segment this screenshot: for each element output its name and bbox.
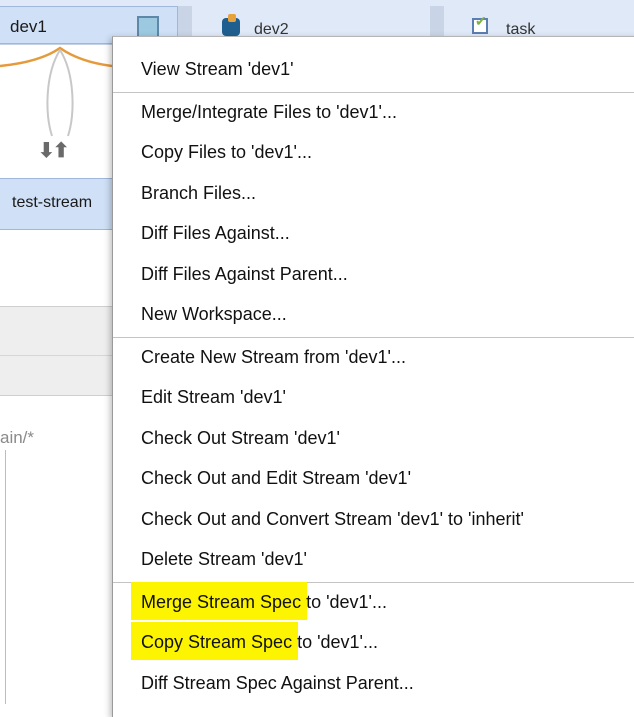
menu-separator [113,91,634,93]
stream-connector-lines [0,46,112,137]
menu-item[interactable]: Check Out and Convert Stream 'dev1' to '… [113,505,634,535]
menu-item[interactable]: Create New Stream from 'dev1'... [113,343,634,373]
divider [5,450,6,704]
stream-type-icon [137,16,159,38]
menu-item-label: Branch Files... [141,182,257,203]
menu-item[interactable]: View Stream 'dev1' [113,55,634,85]
menu-item[interactable]: Merge Stream Spec to 'dev1'... [113,581,634,620]
menu-item-label: View Stream 'dev1' [141,59,294,79]
menu-item[interactable]: Merge/Integrate Files to 'dev1'... [113,98,634,128]
menu-item-label: Copy Files to 'dev1'... [141,142,312,162]
menu-item[interactable]: Check Out Stream 'dev1' [113,424,634,454]
menu-separator [113,336,634,338]
menu-item-label: Diff Files Against... [141,223,290,243]
menu-item[interactable]: Diff Stream Spec Against Parent... [113,669,634,699]
menu-item[interactable]: Delete Stream 'dev1' [113,545,634,575]
menu-item[interactable]: Diff Files Against... [113,219,634,249]
stream-node-label: test-stream [12,194,93,211]
menu-item-label: Edit Stream 'dev1' [141,387,286,407]
menu-item-label: Diff Files Against Parent... [141,263,348,284]
menu-item-label: New Workspace... [141,304,287,324]
menu-item-label: Copy Stream Spec to 'dev1'... [141,632,378,652]
merge-copy-arrows-icon: ⬇⬆ [38,140,69,162]
stream-node-test[interactable]: test-stream [0,178,112,230]
stream-path-text: ain/* [0,428,35,447]
menu-item-label: Check Out Stream 'dev1' [141,427,340,448]
development-stream-icon [222,14,240,36]
menu-item-label: Check Out and Convert Stream 'dev1' to '… [141,508,524,529]
menu-item-label: Diff Stream Spec Against Parent... [141,672,414,693]
menu-item-label: Create New Stream from 'dev1'... [141,346,406,367]
menu-item-label: Check Out and Edit Stream 'dev1' [141,468,412,488]
menu-item-label: Delete Stream 'dev1' [141,549,307,569]
menu-item[interactable]: Check Out and Edit Stream 'dev1' [113,464,634,494]
stream-node-label: dev1 [10,17,47,36]
menu-item-label: Merge/Integrate Files to 'dev1'... [141,101,397,122]
menu-item[interactable]: Copy Files to 'dev1'... [113,138,634,168]
menu-item[interactable]: Branch Files... [113,179,634,209]
context-menu: View Stream 'dev1' Merge/Integrate Files … [112,36,634,717]
task-stream-icon [472,13,488,34]
menu-item[interactable]: Copy Stream Spec to 'dev1'... [113,622,634,660]
menu-item[interactable]: New Workspace... [113,300,634,330]
divider [0,355,112,356]
menu-item[interactable]: Edit Stream 'dev1' [113,383,634,413]
details-header [0,306,112,396]
menu-item-label: Merge Stream Spec to 'dev1'... [141,591,387,612]
menu-item[interactable]: Diff Files Against Parent... [113,260,634,290]
